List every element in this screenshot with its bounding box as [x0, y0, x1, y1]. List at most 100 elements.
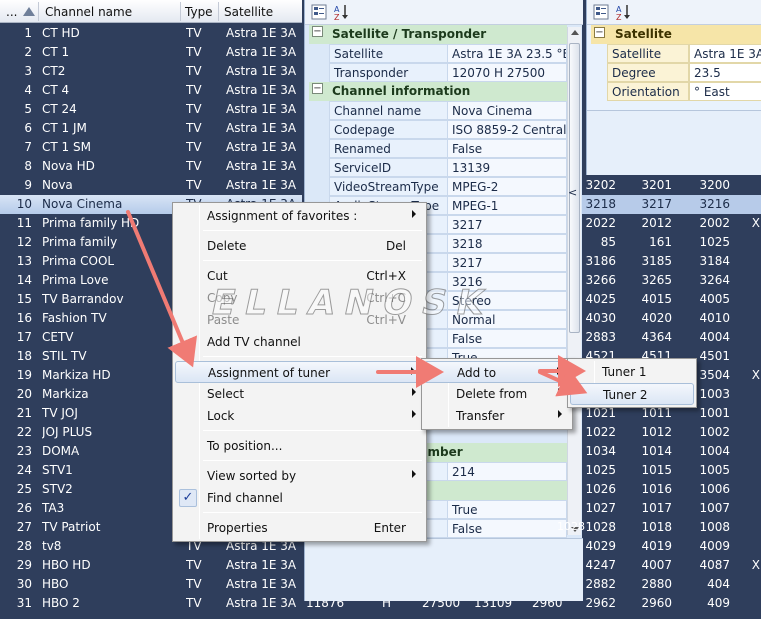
channel-row[interactable]: 31 HBO 2 TV Astra 1E 3A [0, 594, 302, 613]
sat-row-degree[interactable]: Degree 23.5 [591, 63, 761, 82]
prop-value[interactable]: 13139 [447, 158, 567, 177]
scroll-up-icon[interactable] [571, 30, 579, 35]
prop-value[interactable]: 12070 H 27500 [447, 63, 567, 82]
grid-row[interactable]: 2883 4364 4004 [582, 328, 761, 347]
menu-item-transfer[interactable]: Transfer [424, 405, 570, 427]
grid-row[interactable]: 3186 3185 3184 [582, 252, 761, 271]
channel-row[interactable]: 9 Nova TV Astra 1E 3A [0, 176, 302, 195]
grid-row[interactable]: 4025 4015 4005 [582, 290, 761, 309]
channel-row[interactable]: 2 CT 1 TV Astra 1E 3A [0, 43, 302, 62]
prop-value[interactable]: ISO 8859-2 Central ... [447, 120, 567, 139]
prop-row-videostreamtype[interactable]: VideoStreamType MPEG-2 [309, 177, 567, 196]
alphabetical-sort-icon[interactable]: AZ [615, 3, 633, 21]
category-collapsed-partial[interactable] [415, 481, 567, 500]
menu-item-assignment-of-tuner[interactable]: Assignment of tuner [175, 361, 424, 383]
grid-row[interactable]: 1022 1012 1002 [582, 423, 761, 442]
grid-row[interactable]: 85 161 1025 [582, 233, 761, 252]
menu-item-paste[interactable]: Paste Ctrl+V [175, 309, 424, 331]
prop-row-satellite[interactable]: Satellite Astra 1E 3A 23.5 °E [309, 44, 567, 63]
categorized-view-icon[interactable] [311, 4, 327, 20]
menu-item-properties[interactable]: Properties Enter [175, 517, 424, 539]
prop-value[interactable]: True [447, 500, 567, 519]
prop-value[interactable]: 3216 [447, 272, 567, 291]
column-header-satellite[interactable]: Satellite [224, 5, 273, 19]
menu-item-copy[interactable]: Copy Ctrl+C [175, 287, 424, 309]
category-satellite-transponder[interactable]: − Satellite / Transponder [309, 25, 567, 44]
grid-row[interactable]: 1025 1015 1005 [582, 461, 761, 480]
column-header-channel-name[interactable]: Channel name [45, 5, 132, 19]
menu-item-view-sorted-by[interactable]: View sorted by [175, 465, 424, 487]
collapse-icon[interactable]: − [312, 26, 323, 37]
channel-row[interactable]: 3 CT2 TV Astra 1E 3A [0, 62, 302, 81]
channel-row[interactable]: 1 CT HD TV Astra 1E 3A [0, 24, 302, 43]
prop-value[interactable]: False [447, 519, 567, 538]
menu-item-add-to[interactable]: Add to [424, 361, 570, 383]
pid-pcr-cell: 4010 [699, 311, 730, 325]
grid-row[interactable]: 4029 4019 4009 [582, 537, 761, 556]
grid-row[interactable]: 1027 1017 1007 [582, 499, 761, 518]
menu-item-to-position[interactable]: To position... [175, 435, 424, 457]
grid-row[interactable]: 1034 1014 1004 [582, 442, 761, 461]
channel-row[interactable]: 4 CT 4 TV Astra 1E 3A [0, 81, 302, 100]
sat-row-orientation[interactable]: Orientation ° East [591, 82, 761, 101]
menu-item-tuner-1[interactable]: Tuner 1 [570, 361, 694, 383]
menu-item-tuner-2[interactable]: Tuner 2 [570, 383, 694, 405]
prop-value[interactable]: 3217 [447, 253, 567, 272]
menu-item-delete-from[interactable]: Delete from [424, 383, 570, 405]
grid-row[interactable]: 3202 3201 3200 [582, 176, 761, 195]
channel-row[interactable]: 7 CT 1 SM TV Astra 1E 3A [0, 138, 302, 157]
prop-value[interactable]: MPEG-2 [447, 177, 567, 196]
prop-value[interactable]: 3217 [447, 215, 567, 234]
menu-item-add-tv-channel[interactable]: Add TV channel [175, 331, 424, 353]
prop-value[interactable]: MPEG-1 [447, 196, 567, 215]
column-header-type[interactable]: Type [185, 5, 213, 19]
category-satellite[interactable]: − Satellite [591, 25, 761, 44]
collapse-icon[interactable]: − [312, 83, 323, 94]
menu-item-lock[interactable]: Lock [175, 405, 424, 427]
grid-row[interactable]: 1026 1016 1006 [582, 480, 761, 499]
column-header-number[interactable]: ... [6, 5, 17, 19]
prop-value[interactable]: Astra 1E 3A [689, 44, 761, 63]
menu-item-find-channel[interactable]: ✓ Find channel [175, 487, 424, 509]
menu-item-assignment-of-favorites[interactable]: Assignment of favorites : [175, 205, 424, 227]
category-channel-information[interactable]: − Channel information [309, 82, 567, 101]
prop-value[interactable]: Normal [447, 310, 567, 329]
category-number-partial[interactable]: umber [415, 443, 567, 462]
channel-row[interactable]: 8 Nova HD TV Astra 1E 3A [0, 157, 302, 176]
prop-value[interactable]: Nova Cinema [447, 101, 567, 120]
prop-value[interactable]: 214 [447, 462, 567, 481]
prop-value[interactable]: Stereo [447, 291, 567, 310]
collapse-icon[interactable]: − [594, 27, 605, 38]
prop-row-renamed[interactable]: Renamed False [309, 139, 567, 158]
prop-row-codepage[interactable]: CodepageISO 8859-2 Central ... [309, 120, 567, 139]
prop-value[interactable]: ° East [689, 82, 761, 101]
properties-scrollbar[interactable] [567, 27, 581, 535]
grid-row[interactable]: 2882 2880 404 [582, 575, 761, 594]
prop-value[interactable]: False [447, 329, 567, 348]
prop-row-transponder[interactable]: Transponder 12070 H 27500 [309, 63, 567, 82]
prop-value[interactable]: False [447, 139, 567, 158]
grid-row[interactable]: 2962 2960 409 [582, 594, 761, 613]
sat-row-satellite[interactable]: Satellite Astra 1E 3A [591, 44, 761, 63]
categorized-view-icon[interactable] [593, 4, 609, 20]
grid-row[interactable]: 4247 4007 4087 X [582, 556, 761, 575]
grid-row[interactable]: 1028 1018 1008 [582, 518, 761, 537]
prop-row-serviceid[interactable]: ServiceID 13139 [309, 158, 567, 177]
prop-row-channel-name[interactable]: Channel name Nova Cinema [309, 101, 567, 120]
prop-value[interactable]: Astra 1E 3A 23.5 °E [447, 44, 567, 63]
channel-row[interactable]: 5 CT 24 TV Astra 1E 3A [0, 100, 302, 119]
menu-item-select[interactable]: Select [175, 383, 424, 405]
prop-value[interactable]: 3218 [447, 234, 567, 253]
prop-value[interactable]: 23.5 [689, 63, 761, 82]
grid-row[interactable]: 3218 3217 3216 [582, 195, 761, 214]
channel-row[interactable]: 6 CT 1 JM TV Astra 1E 3A [0, 119, 302, 138]
channel-row[interactable]: 30 HBO TV Astra 1E 3A [0, 575, 302, 594]
channel-row[interactable]: 29 HBO HD TV Astra 1E 3A [0, 556, 302, 575]
menu-item-cut[interactable]: Cut Ctrl+X [175, 265, 424, 287]
menu-item-delete[interactable]: Delete Del [175, 235, 424, 257]
grid-row[interactable]: 3266 3265 3264 [582, 271, 761, 290]
grid-row[interactable]: 4030 4020 4010 [582, 309, 761, 328]
alphabetical-sort-icon[interactable]: AZ [333, 3, 351, 21]
grid-row[interactable]: 2022 2012 2002 X [582, 214, 761, 233]
channel-number: 21 [16, 406, 32, 420]
